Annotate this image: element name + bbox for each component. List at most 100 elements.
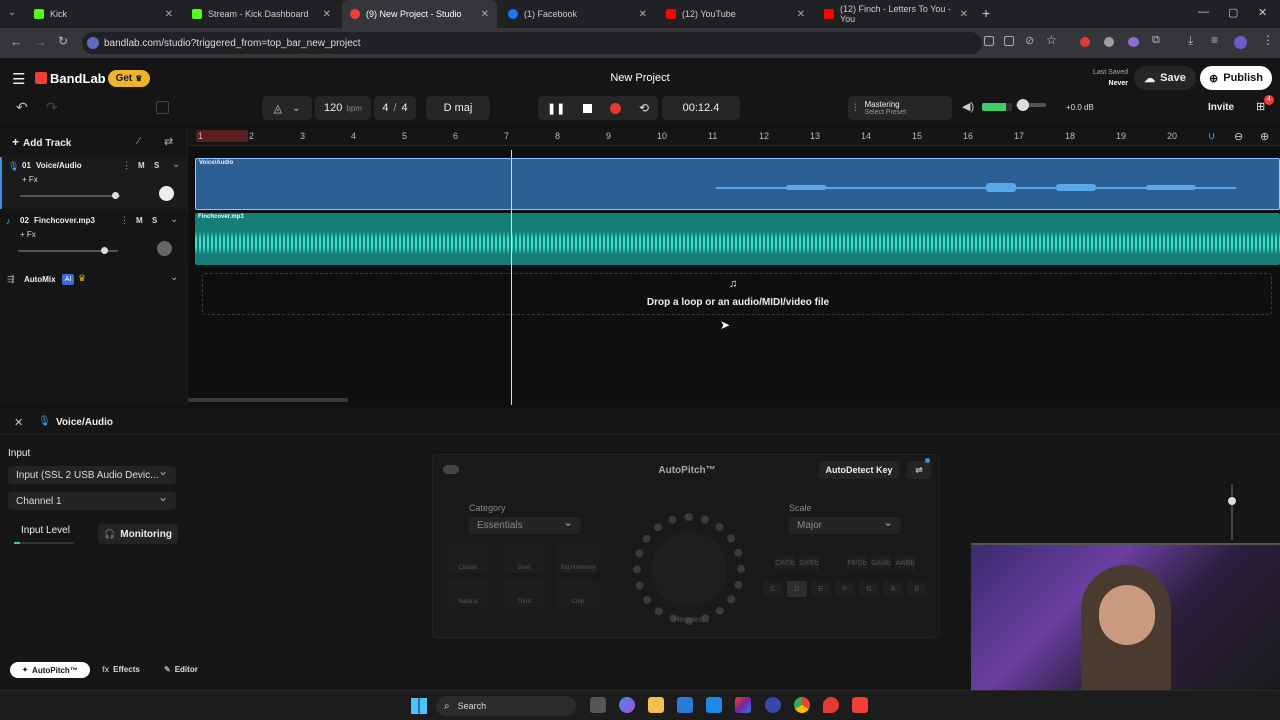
key-a-sharp-button[interactable]: A#/Bb: [895, 555, 915, 571]
eye-off-icon[interactable]: ⊘: [1025, 34, 1034, 47]
extension-icon[interactable]: [984, 36, 994, 46]
windows-start-icon[interactable]: [411, 698, 427, 714]
tab-youtube-finch[interactable]: (12) Finch - Letters To You - You ✕: [816, 0, 976, 28]
mastering-control[interactable]: ⫶ Mastering Select Preset: [848, 96, 952, 120]
store-icon[interactable]: [677, 697, 693, 713]
download-icon[interactable]: ⤓: [1188, 33, 1193, 48]
chevron-down-icon[interactable]: ⌄: [172, 159, 180, 170]
solo-button[interactable]: S: [154, 161, 159, 170]
key-d-sharp-button[interactable]: D#/Eb: [799, 555, 819, 571]
chevron-down-icon[interactable]: ⌄: [170, 214, 178, 225]
autopitch-settings-button[interactable]: ⇌: [907, 461, 931, 479]
key-d-button[interactable]: D: [787, 581, 807, 597]
record-extension-icon[interactable]: [1080, 37, 1090, 47]
master-volume-handle[interactable]: [1017, 99, 1029, 111]
minimize-icon[interactable]: —: [1198, 6, 1209, 18]
taskbar-search[interactable]: ⌕ Search: [436, 696, 576, 716]
audio-region-finchcover[interactable]: Finchcover.mp3: [195, 213, 1280, 265]
zoom-out-icon[interactable]: ⊖: [1234, 130, 1243, 143]
track-menu-icon[interactable]: ⋮: [122, 160, 131, 171]
key-f-button[interactable]: F: [835, 581, 855, 597]
key-g-button[interactable]: G: [859, 581, 879, 597]
tab-facebook[interactable]: (1) Facebook ✕: [500, 0, 655, 28]
publish-button[interactable]: ⊕ Publish: [1200, 66, 1272, 90]
loop-icon[interactable]: ⟲: [639, 101, 649, 115]
mute-button[interactable]: M: [136, 216, 143, 225]
track-header-1[interactable]: 🎙 01 Voice/Audio + Fx ⋮ M S ⌄: [0, 157, 188, 209]
project-title[interactable]: New Project: [560, 72, 720, 84]
loop-region-marker[interactable]: [196, 130, 248, 142]
file-explorer-icon[interactable]: [648, 697, 664, 713]
track-volume-slider[interactable]: [20, 195, 120, 197]
stop-icon[interactable]: [583, 103, 593, 113]
tab-kick-dashboard[interactable]: Stream - Kick Dashboard ✕: [184, 0, 339, 28]
effect-third-button[interactable]: Third: [503, 579, 545, 607]
close-window-icon[interactable]: ✕: [1258, 6, 1267, 19]
key-f-sharp-button[interactable]: F#/Gb: [847, 555, 867, 571]
task-view-icon[interactable]: [590, 697, 606, 713]
key-a-button[interactable]: A: [883, 581, 903, 597]
reading-list-icon[interactable]: ≡: [1211, 33, 1218, 47]
tab-effects[interactable]: fx Effects: [102, 665, 140, 674]
input-gain-fader[interactable]: [1231, 484, 1233, 540]
horizontal-scrollbar[interactable]: [188, 398, 348, 402]
office-icon[interactable]: [735, 697, 751, 713]
tab-kick[interactable]: Kick ✕: [26, 0, 181, 28]
bookmark-star-icon[interactable]: ☆: [1046, 33, 1057, 47]
tempo-control[interactable]: 120 bpm: [315, 96, 371, 120]
input-gain-handle[interactable]: [1228, 497, 1236, 505]
track-name[interactable]: Finchcover.mp3: [34, 216, 95, 225]
puzzle-icon[interactable]: ⧉: [1152, 34, 1160, 47]
save-button[interactable]: ☁ Save: [1134, 66, 1196, 90]
close-icon[interactable]: ✕: [165, 9, 173, 20]
bandlab-logo[interactable]: BandLab: [50, 71, 106, 86]
effect-natural-button[interactable]: Natural: [447, 579, 489, 607]
track-menu-icon[interactable]: ⋮: [120, 215, 129, 226]
time-signature-control[interactable]: 4 / 4: [374, 96, 416, 120]
effect-classic-button[interactable]: Classic: [447, 545, 489, 573]
effect-duet-button[interactable]: Duet: [503, 545, 545, 573]
new-tab-icon[interactable]: +: [982, 5, 990, 21]
cast-icon[interactable]: [1004, 36, 1014, 46]
profile-avatar[interactable]: [1234, 36, 1247, 49]
close-icon[interactable]: ✕: [481, 9, 489, 20]
close-icon[interactable]: ✕: [639, 9, 647, 20]
key-e-button[interactable]: E: [811, 581, 831, 597]
wand-icon[interactable]: ⁄: [138, 136, 140, 147]
site-info-icon[interactable]: [87, 37, 99, 49]
undo-icon[interactable]: ↶: [16, 99, 28, 116]
close-icon[interactable]: ✕: [960, 9, 968, 20]
add-track-button[interactable]: + Add Track: [12, 135, 71, 149]
chevron-down-icon[interactable]: ⌄: [170, 272, 178, 283]
automix-row[interactable]: ⇶ AutoMix AI ♛ ⌄: [0, 270, 188, 290]
track-volume-handle[interactable]: [112, 192, 119, 199]
effect-chip-button[interactable]: Chip: [557, 579, 599, 607]
close-icon[interactable]: ✕: [797, 9, 805, 20]
record-icon[interactable]: [610, 102, 622, 114]
metronome-control[interactable]: ◬ ⌄: [262, 96, 312, 120]
track-settings-icon[interactable]: ⇄: [164, 135, 173, 148]
tab-autopitch[interactable]: ✦ AutoPitch™: [10, 662, 90, 678]
key-c-button[interactable]: C: [763, 581, 783, 597]
chrome-icon[interactable]: [794, 697, 810, 713]
track-pan-knob[interactable]: [159, 186, 174, 201]
scale-select[interactable]: Major: [789, 515, 901, 534]
category-select[interactable]: Essentials: [469, 515, 581, 534]
mail-icon[interactable]: [706, 697, 722, 713]
reload-icon[interactable]: ↻: [58, 34, 68, 48]
track-pan-knob[interactable]: [157, 241, 172, 256]
zoom-in-icon[interactable]: ⊕: [1260, 130, 1269, 143]
maps-pin-icon[interactable]: [823, 697, 839, 713]
mute-button[interactable]: M: [138, 161, 145, 170]
add-fx-button[interactable]: + Fx: [22, 175, 38, 184]
browser-menu-icon[interactable]: ⋮: [1262, 33, 1274, 47]
speaker-icon[interactable]: ◀): [962, 100, 974, 113]
tab-editor[interactable]: ✎ Editor: [164, 665, 198, 674]
add-fx-button[interactable]: + Fx: [20, 230, 36, 239]
channel-select[interactable]: Channel 1: [8, 490, 176, 510]
effect-big-harmony-button[interactable]: Big Harmony: [557, 545, 599, 573]
input-device-select[interactable]: Input (SSL 2 USB Audio Devic...: [8, 464, 176, 484]
app-icon[interactable]: [765, 697, 781, 713]
forward-icon[interactable]: →: [34, 34, 47, 49]
bandlab-taskbar-icon[interactable]: [852, 697, 868, 713]
